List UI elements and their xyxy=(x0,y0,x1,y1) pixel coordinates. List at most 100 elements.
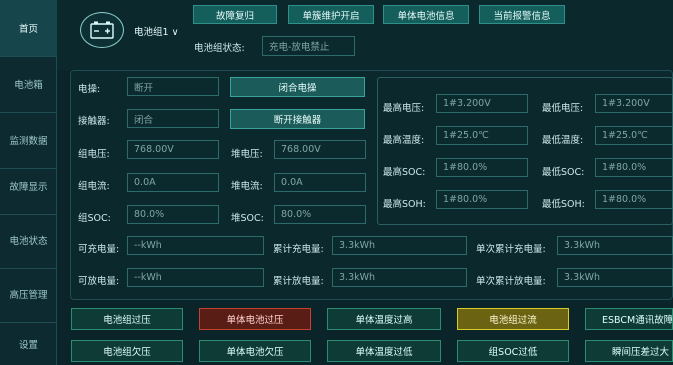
dischargeable-label: 可放电量: xyxy=(78,276,120,287)
nav-battery-box-label: 电池箱 xyxy=(14,80,43,91)
operation-label: 电操: xyxy=(78,84,101,95)
alarm-group-undervoltage: 电池组欠压 xyxy=(71,340,183,362)
alarm-label: ESBCM通讯故障 xyxy=(602,315,673,326)
chargeable-label: 可充电量: xyxy=(78,244,120,255)
close-operation-button[interactable]: 闭合电操 xyxy=(230,77,365,97)
cluster-maintenance-label: 单簇维护开启 xyxy=(302,10,360,22)
nav-battery-box[interactable]: 电池箱 xyxy=(0,56,57,113)
alarm-cell-undertemp: 单体温度过低 xyxy=(327,340,441,362)
min-soh-field: 1#80.0% xyxy=(595,190,673,209)
max-temp-value: 1#25.0℃ xyxy=(443,130,489,141)
max-voltage-label: 最高电压: xyxy=(383,103,425,114)
cum-charge-label: 累计充电量: xyxy=(273,244,324,255)
contactor-value: 闭合 xyxy=(134,114,154,126)
alarm-label: 电池组过压 xyxy=(103,315,151,326)
group-soc-value: 80.0% xyxy=(134,209,165,220)
group-status-field: 充电-放电禁止 xyxy=(262,36,355,56)
max-soc-field: 1#80.0% xyxy=(436,158,528,177)
cum-discharge-field: 3.3kWh xyxy=(332,268,467,287)
cum-charge-value: 3.3kWh xyxy=(339,240,376,251)
nav-home[interactable]: 首页 xyxy=(0,0,57,57)
alarm-label: 单体电池欠压 xyxy=(226,347,284,358)
stack-current-value: 0.0A xyxy=(281,177,303,188)
nav-fault-display[interactable]: 故障显示 xyxy=(0,158,57,215)
dischargeable-field: --kWh xyxy=(127,268,264,287)
nav-battery-status-label: 电池状态 xyxy=(9,236,48,247)
close-operation-label: 闭合电操 xyxy=(278,83,317,94)
alarm-esbcm-comm: ESBCM通讯故障 xyxy=(585,308,673,330)
fault-reset-button[interactable]: 故障复归 xyxy=(193,5,277,24)
group-selector-label: 电池组1 xyxy=(134,27,169,38)
sidebar: 首页 电池箱 监测数据 故障显示 电池状态 高压管理 设置 xyxy=(0,0,57,365)
operation-value: 断开 xyxy=(134,82,154,94)
min-soc-label: 最低SOC: xyxy=(542,167,585,178)
min-soc-value: 1#80.0% xyxy=(602,162,647,173)
max-voltage-value: 1#3.200V xyxy=(443,98,491,109)
alarm-cell-undervoltage: 单体电池欠压 xyxy=(199,340,311,362)
group-voltage-field: 768.00V xyxy=(127,140,219,159)
max-soh-label: 最高SOH: xyxy=(383,199,426,210)
nav-high-voltage[interactable]: 高压管理 xyxy=(0,266,57,323)
alarm-label: 单体温度过低 xyxy=(355,347,413,358)
group-selector[interactable]: 电池组1 ∨ xyxy=(134,24,179,38)
cell-info-button[interactable]: 单体电池信息 xyxy=(383,5,469,24)
cum-discharge-value: 3.3kWh xyxy=(339,272,376,283)
nav-settings[interactable]: 设置 xyxy=(0,322,57,365)
min-soc-field: 1#80.0% xyxy=(595,158,673,177)
max-soc-label: 最高SOC: xyxy=(383,167,426,178)
alarm-cell-overvoltage: 单体电池过压 xyxy=(199,308,311,330)
stack-current-field: 0.0A xyxy=(274,173,366,192)
fault-reset-label: 故障复归 xyxy=(215,10,254,22)
single-cum-charge-label: 单次累计充电量: xyxy=(476,244,546,255)
single-cum-charge-field: 3.3kWh xyxy=(557,236,673,255)
single-cum-discharge-label: 单次累计放电量: xyxy=(476,276,546,287)
operation-field: 断开 xyxy=(127,77,219,96)
min-temp-value: 1#25.0℃ xyxy=(602,130,648,141)
min-temp-label: 最低温度: xyxy=(542,135,584,146)
nav-home-label: 首页 xyxy=(18,24,38,35)
nav-monitoring-data-label: 监测数据 xyxy=(9,136,48,147)
current-alarm-button[interactable]: 当前报警信息 xyxy=(479,5,565,24)
cum-discharge-label: 累计放电量: xyxy=(273,276,324,287)
group-voltage-label: 组电压: xyxy=(78,149,110,160)
group-status-label: 电池组状态: xyxy=(194,43,245,54)
min-soh-label: 最低SOH: xyxy=(542,199,585,210)
stack-current-label: 堆电流: xyxy=(231,181,263,192)
stack-voltage-field: 768.00V xyxy=(274,140,366,159)
stack-soc-value: 80.0% xyxy=(281,209,312,220)
alarm-label: 电池组欠压 xyxy=(103,347,151,358)
max-temp-field: 1#25.0℃ xyxy=(436,126,528,145)
single-cum-charge-value: 3.3kWh xyxy=(564,240,601,251)
max-soh-field: 1#80.0% xyxy=(436,190,528,209)
group-soc-label: 组SOC: xyxy=(78,213,111,224)
open-contactor-button[interactable]: 断开接触器 xyxy=(230,109,365,129)
cluster-maintenance-button[interactable]: 单簇维护开启 xyxy=(288,5,374,24)
cum-charge-field: 3.3kWh xyxy=(332,236,467,255)
single-cum-discharge-field: 3.3kWh xyxy=(557,268,673,287)
alarm-label: 单体电池过压 xyxy=(226,315,284,326)
chargeable-field: --kWh xyxy=(127,236,264,255)
battery-icon-svg xyxy=(90,21,114,39)
min-soh-value: 1#80.0% xyxy=(602,194,647,205)
max-soh-value: 1#80.0% xyxy=(443,194,488,205)
dischargeable-value: --kWh xyxy=(134,272,162,283)
max-temp-label: 最高温度: xyxy=(383,135,425,146)
nav-settings-label: 设置 xyxy=(18,339,38,351)
alarm-label: 单体温度过高 xyxy=(355,315,413,326)
nav-battery-status[interactable]: 电池状态 xyxy=(0,212,57,269)
min-temp-field: 1#25.0℃ xyxy=(595,126,673,145)
alarm-group-overvoltage: 电池组过压 xyxy=(71,308,183,330)
alarm-group-overcurrent: 电池组过流 xyxy=(457,308,569,330)
group-current-label: 组电流: xyxy=(78,181,110,192)
group-voltage-value: 768.00V xyxy=(134,144,174,155)
stack-soc-field: 80.0% xyxy=(274,205,366,224)
min-voltage-label: 最低电压: xyxy=(542,103,584,114)
group-current-value: 0.0A xyxy=(134,177,156,188)
min-voltage-field: 1#3.200V xyxy=(595,94,673,113)
alarm-group-soc-low: 组SOC过低 xyxy=(457,340,569,362)
alarm-cell-overtemp: 单体温度过高 xyxy=(327,308,441,330)
alarm-label: 瞬间压差过大 xyxy=(612,347,670,358)
contactor-field: 闭合 xyxy=(127,109,219,128)
group-soc-field: 80.0% xyxy=(127,205,219,224)
stack-voltage-value: 768.00V xyxy=(281,144,321,155)
